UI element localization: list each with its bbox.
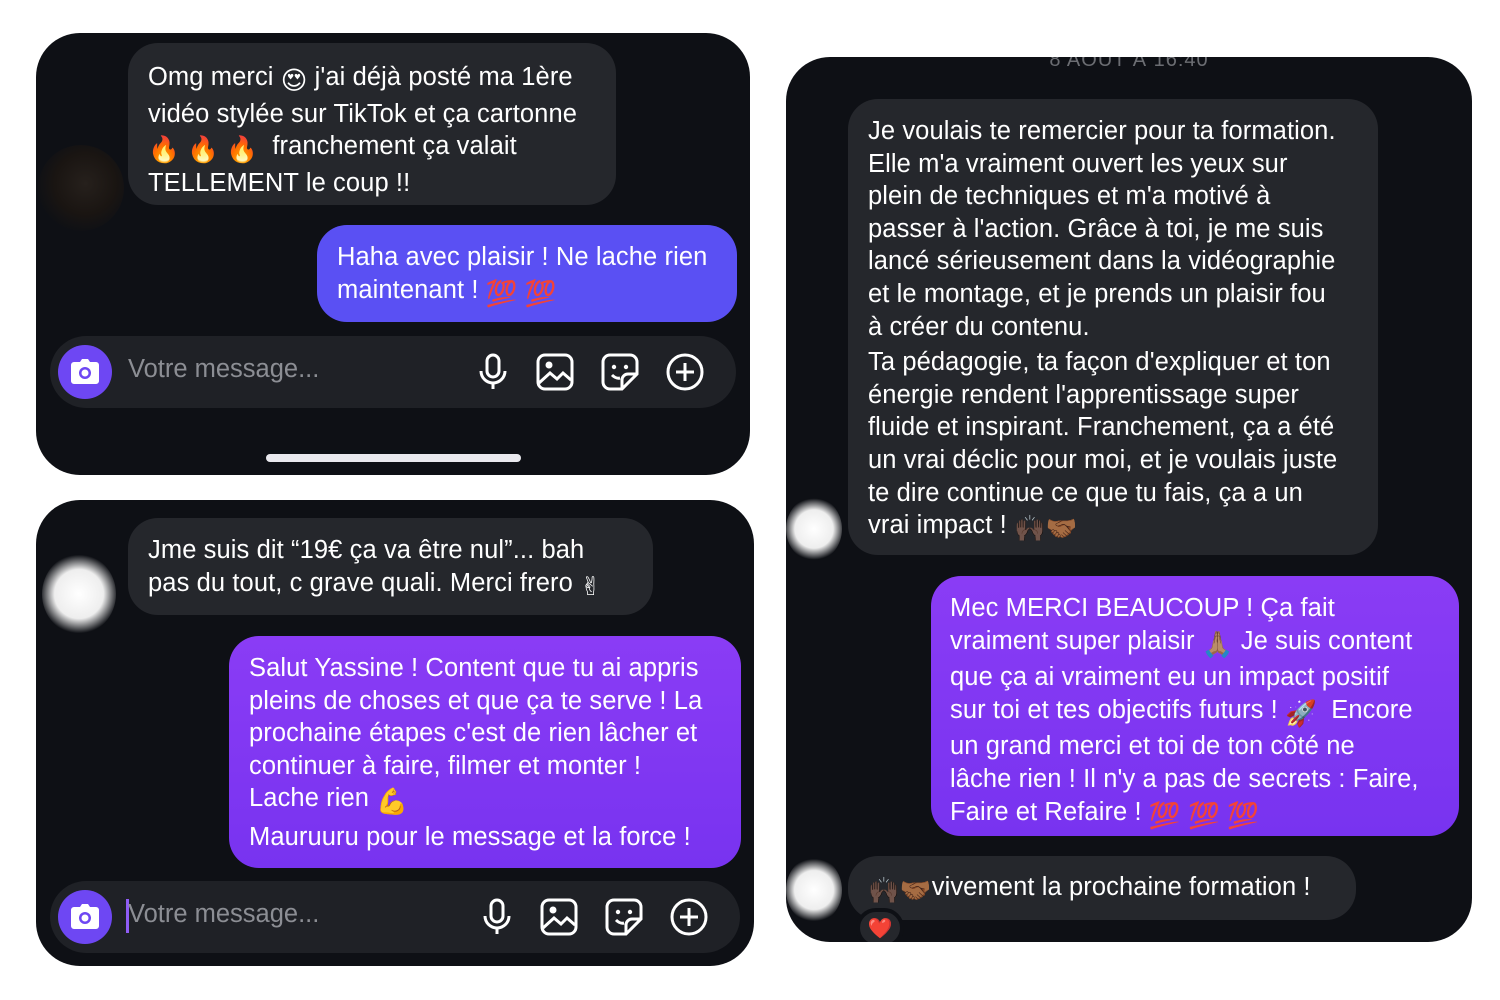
home-indicator bbox=[266, 454, 521, 462]
rocket-emoji: 🚀 bbox=[1285, 699, 1317, 728]
message-line: Lache rien 💪 bbox=[249, 782, 721, 819]
message-line: plein de techniques et m'a motivé à bbox=[868, 182, 1271, 211]
hundred-emoji: 💯 bbox=[485, 279, 518, 308]
image-icon[interactable] bbox=[539, 897, 579, 937]
heart-reaction[interactable]: ❤️ bbox=[856, 908, 904, 942]
camera-icon bbox=[71, 359, 99, 384]
message-line: Je voulais te remercier pour ta formatio… bbox=[868, 117, 1336, 145]
message-line: prochaine étapes c'est de rien lâcher et bbox=[249, 719, 698, 748]
message-line: un grand merci et toi de ton côté ne bbox=[950, 732, 1355, 761]
handshake-emoji: 🤝🏾 bbox=[899, 877, 932, 905]
message-line: sur toi et tes objectifs futurs ! 🚀 Enco… bbox=[950, 694, 1440, 731]
message-input[interactable]: Votre message... bbox=[128, 355, 319, 384]
message-line: Jme suis dit “19€ ça va être nul”... bah bbox=[148, 536, 585, 564]
hundred-emoji: 💯 bbox=[524, 279, 557, 308]
sticker-icon[interactable] bbox=[604, 897, 644, 937]
microphone-icon[interactable] bbox=[477, 897, 517, 937]
message-line: Faire et Refaire ! 💯 💯 💯 bbox=[950, 796, 1440, 833]
plus-circle-icon[interactable] bbox=[665, 352, 705, 392]
sticker-icon[interactable] bbox=[600, 352, 640, 392]
message-line: Mauruuru pour le message et la force ! bbox=[249, 822, 691, 851]
sender-avatar bbox=[786, 857, 842, 923]
message-line: Omg merci 😍 j'ai déjà posté ma 1ère bbox=[148, 61, 596, 98]
heart-eyes-emoji: 😍 bbox=[280, 67, 308, 95]
message-line: passer à l'action. Grâce à toi, je me su… bbox=[868, 214, 1324, 243]
message-line: Ta pédagogie, ta façon d'expliquer et to… bbox=[868, 348, 1331, 377]
chat-panel-right: 8 AOÛT À 16:40 Je voulais te remercier p… bbox=[786, 57, 1472, 942]
incoming-message: 🙌🏿🤝🏾vivement la prochaine formation ! bbox=[848, 856, 1356, 920]
hundred-emoji: 💯 bbox=[1187, 801, 1220, 830]
outgoing-message: Salut Yassine ! Content que tu ai appris… bbox=[229, 636, 741, 868]
message-line: te dire continue ce que tu fais, ça a un bbox=[868, 478, 1303, 507]
outgoing-message: Haha avec plaisir ! Ne lache rien mainte… bbox=[317, 225, 737, 322]
sender-avatar bbox=[786, 497, 842, 561]
message-line: et le montage, et je prends un plaisir f… bbox=[868, 279, 1326, 308]
chat-panel-top-left: Omg merci 😍 j'ai déjà posté ma 1ère vidé… bbox=[36, 33, 750, 475]
message-timestamp: 8 AOÛT À 16:40 bbox=[1049, 57, 1209, 71]
message-composer: Votre message... bbox=[50, 336, 736, 408]
hundred-emoji: 💯 bbox=[1227, 801, 1259, 830]
message-line: lâche rien ! Il n'y a pas de secrets : F… bbox=[950, 764, 1419, 793]
message-line: Salut Yassine ! Content que tu ai appris bbox=[249, 654, 699, 682]
message-line: Mec MERCI BEAUCOUP ! Ça fait bbox=[950, 594, 1335, 622]
sender-avatar bbox=[38, 145, 124, 231]
message-line: pas du tout, c grave quali. Merci frero … bbox=[148, 567, 633, 604]
fire-emoji: 🔥 bbox=[187, 136, 219, 165]
raised-hands-emoji: 🙌🏿 bbox=[1013, 515, 1046, 544]
message-input[interactable]: Votre message... bbox=[128, 900, 319, 929]
camera-button[interactable] bbox=[58, 890, 112, 944]
message-line: 🔥 🔥 🔥 franchement ça valait bbox=[148, 130, 596, 167]
hundred-emoji: 💯 bbox=[1148, 801, 1181, 830]
chat-panel-bottom-left: Jme suis dit “19€ ça va être nul”... bah… bbox=[36, 500, 754, 966]
message-line: à créer du contenu. bbox=[868, 312, 1090, 341]
message-line: vrai impact ! 🙌🏿🤝🏾 bbox=[868, 509, 1358, 546]
outgoing-message: Mec MERCI BEAUCOUP ! Ça fait vraiment su… bbox=[931, 576, 1459, 836]
message-line: vidéo stylée sur TikTok et ça cartonne bbox=[148, 99, 578, 128]
handshake-emoji: 🤝🏾 bbox=[1045, 515, 1078, 544]
peace-emoji: ✌ bbox=[580, 572, 602, 601]
heart-icon: ❤️ bbox=[867, 917, 893, 940]
message-line: 🙌🏿🤝🏾vivement la prochaine formation ! bbox=[868, 871, 1336, 908]
incoming-message: Omg merci 😍 j'ai déjà posté ma 1ère vidé… bbox=[128, 43, 616, 205]
fire-emoji: 🔥 bbox=[148, 136, 180, 165]
message-line: fluide et inspirant. Franchement, ça a é… bbox=[868, 413, 1335, 442]
sender-avatar bbox=[42, 554, 116, 634]
camera-icon bbox=[71, 904, 99, 929]
muscle-emoji: 💪 bbox=[376, 788, 409, 817]
fire-emoji: 🔥 bbox=[226, 136, 258, 165]
message-composer: Votre message... bbox=[50, 881, 740, 953]
message-line: TELLEMENT le coup !! bbox=[148, 168, 411, 197]
message-line: lancé sérieusement dans la vidéographie bbox=[868, 247, 1336, 276]
message-line: énergie rendent l'apprentissage super bbox=[868, 380, 1300, 409]
plus-circle-icon[interactable] bbox=[669, 897, 709, 937]
message-line: un vrai déclic pour moi, et je voulais j… bbox=[868, 445, 1338, 474]
message-line: pleins de choses et que ça te serve ! La bbox=[249, 686, 703, 715]
message-line: Elle m'a vraiment ouvert les yeux sur bbox=[868, 149, 1288, 178]
raised-hands-emoji: 🙌🏿 bbox=[868, 877, 900, 905]
message-line: continuer à faire, filmer et monter ! bbox=[249, 751, 642, 780]
incoming-message: Je voulais te remercier pour ta formatio… bbox=[848, 99, 1378, 555]
message-line: que ça ai vraiment eu un impact positif bbox=[950, 663, 1390, 692]
message-line: Haha avec plaisir ! Ne lache rien bbox=[337, 243, 708, 271]
incoming-message: Jme suis dit “19€ ça va être nul”... bah… bbox=[128, 518, 653, 615]
microphone-icon[interactable] bbox=[473, 352, 513, 392]
message-line: vraiment super plaisir 🙏🏽 Je suis conten… bbox=[950, 625, 1440, 662]
message-line: maintenant ! 💯 💯 bbox=[337, 274, 717, 311]
camera-button[interactable] bbox=[58, 345, 112, 399]
praying-hands-emoji: 🙏🏽 bbox=[1201, 630, 1234, 659]
image-icon[interactable] bbox=[535, 352, 575, 392]
